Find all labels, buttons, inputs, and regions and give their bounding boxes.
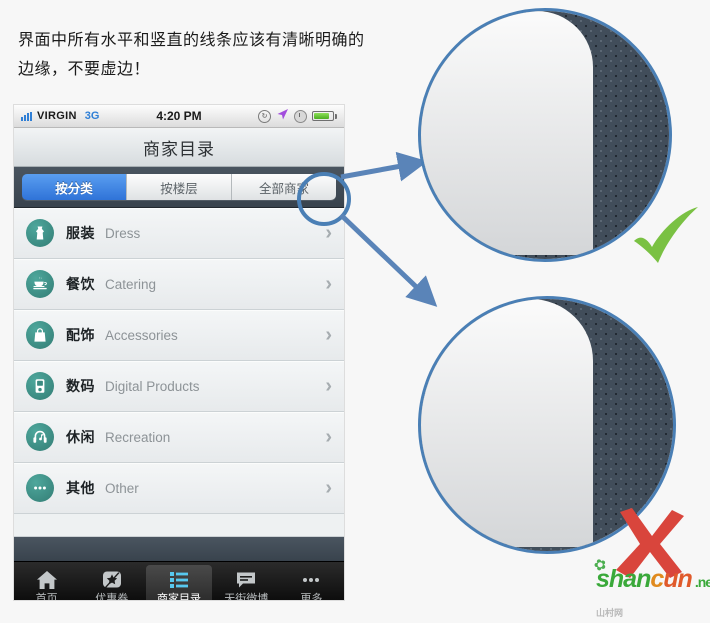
bottom-tab-bar: 首页 优惠券 商家目录 天街微博 更多 xyxy=(14,561,344,600)
watermark-part3: un xyxy=(663,565,693,593)
list-item-title-en: Dress xyxy=(105,225,141,241)
segmented-control-bar: 按分类 按楼层 全部商家 xyxy=(14,167,344,208)
chevron-right-icon: › xyxy=(325,273,332,295)
network-label: 3G xyxy=(84,110,100,122)
chevron-right-icon: › xyxy=(325,324,332,346)
tab-bar-item-label: 天街微博 xyxy=(224,592,269,600)
list-item[interactable]: 服装 Dress › xyxy=(14,208,344,259)
tab-bar-item-4[interactable]: 天街微博 xyxy=(214,562,279,600)
list-item-title-en: Other xyxy=(105,480,139,496)
chevron-right-icon: › xyxy=(325,222,332,244)
light-panel-soft xyxy=(421,299,593,547)
watermark-part2: c xyxy=(650,565,664,593)
navigation-bar: 商家目录 xyxy=(14,128,344,167)
handbag-icon xyxy=(26,321,54,349)
segment-tab-2[interactable]: 按楼层 xyxy=(127,174,232,200)
watermark-suffix: .net xyxy=(694,574,710,590)
list-item[interactable]: 配饰 Accessories › xyxy=(14,310,344,361)
list-item-title-en: Digital Products xyxy=(105,378,200,394)
chevron-right-icon: › xyxy=(325,477,332,499)
device-icon xyxy=(26,372,54,400)
list-item-title-cn: 配饰 xyxy=(66,327,95,343)
list-item[interactable]: 数码 Digital Products › xyxy=(14,361,344,412)
page-title: 商家目录 xyxy=(143,139,215,159)
location-arrow-icon xyxy=(276,108,289,124)
list-item[interactable]: 餐饮 Catering › xyxy=(14,259,344,310)
watermark: ✿shancun.net山村网 xyxy=(592,556,710,623)
segment-tab-1[interactable]: 按分类 xyxy=(22,174,127,200)
chat-icon xyxy=(235,569,257,591)
headphones-icon xyxy=(26,423,54,451)
signal-bars-icon xyxy=(21,111,32,121)
status-bar: VIRGIN 3G 4:20 PM ↻ xyxy=(14,105,344,128)
segment-tab-label: 按分类 xyxy=(55,181,93,196)
phone-mockup: VIRGIN 3G 4:20 PM ↻ 商家目录 按分类 按楼层 全部商家 服装… xyxy=(14,105,344,600)
ellipsis-icon xyxy=(300,569,322,591)
list-item[interactable]: 休闲 Recreation › xyxy=(14,412,344,463)
list-item-title-cn: 数码 xyxy=(66,378,95,394)
carrier-label: VIRGIN xyxy=(37,110,77,122)
segment-tab-label: 按楼层 xyxy=(160,181,198,196)
list-empty-filler xyxy=(14,514,344,537)
tab-bar-item-label: 更多 xyxy=(300,592,323,600)
coffee-cup-icon xyxy=(26,270,54,298)
tab-bar-item-label: 优惠券 xyxy=(95,592,129,600)
list-item-title-cn: 服装 xyxy=(66,225,95,241)
dress-icon xyxy=(26,219,54,247)
annotation-headline: 界面中所有水平和竖直的线条应该有清晰明确的 边缘，不要虚边！ xyxy=(18,32,365,78)
star-icon xyxy=(101,569,123,591)
tab-bar-item-3[interactable]: 商家目录 xyxy=(146,565,212,600)
screenshot-canvas: 界面中所有水平和竖直的线条应该有清晰明确的 边缘，不要虚边！ VIRGIN 3G… xyxy=(0,0,710,618)
tab-bar-item-label: 首页 xyxy=(35,592,58,600)
list-item-title-cn: 餐饮 xyxy=(66,276,95,292)
arrow-to-bad-circle xyxy=(339,213,438,307)
list-icon xyxy=(168,569,190,591)
tab-bar-item-5[interactable]: 更多 xyxy=(279,562,344,600)
check-mark-icon xyxy=(630,205,702,271)
clock-icon xyxy=(294,109,307,123)
battery-icon xyxy=(312,111,337,121)
watermark-cn: 山村网 xyxy=(596,608,624,618)
rotation-lock-icon: ↻ xyxy=(258,109,271,123)
category-list: 服装 Dress › 餐饮 Catering › 配饰 Accessories › 数码 Digit… xyxy=(14,208,344,514)
highlight-ring xyxy=(297,172,351,226)
list-item-title-en: Accessories xyxy=(105,327,178,343)
home-icon xyxy=(36,569,58,591)
arrow-to-good-circle xyxy=(340,151,428,182)
leaf-icon: ✿ xyxy=(591,555,609,576)
list-item-title-en: Catering xyxy=(105,276,157,292)
light-panel-crisp xyxy=(421,11,593,255)
list-item-title-en: Recreation xyxy=(105,429,171,445)
chevron-right-icon: › xyxy=(325,426,332,448)
chevron-right-icon: › xyxy=(325,375,332,397)
list-item-title-cn: 休闲 xyxy=(66,429,95,445)
list-item-title-cn: 其他 xyxy=(66,480,95,496)
list-item[interactable]: 其他 Other › xyxy=(14,463,344,514)
status-bar-right: ↻ xyxy=(258,108,337,124)
list-bottom-gap xyxy=(14,537,344,561)
tab-bar-item-2[interactable]: 优惠券 xyxy=(79,562,144,600)
status-bar-left: VIRGIN 3G xyxy=(21,110,99,122)
segmented-control[interactable]: 按分类 按楼层 全部商家 xyxy=(22,174,336,200)
tab-bar-item-label: 商家目录 xyxy=(157,592,201,600)
ellipsis-icon xyxy=(26,474,54,502)
tab-bar-item-1[interactable]: 首页 xyxy=(14,562,79,600)
